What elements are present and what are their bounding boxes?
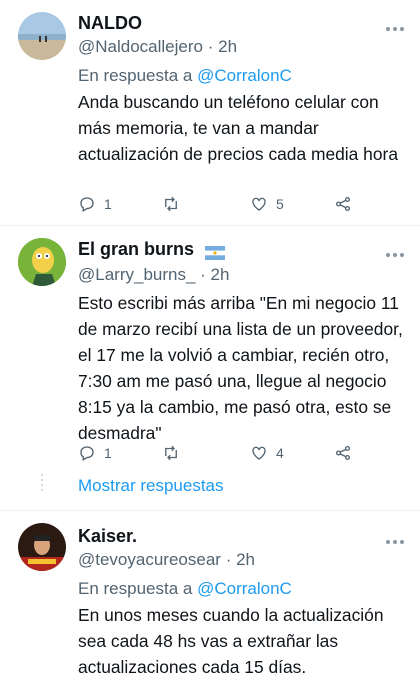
like-icon xyxy=(252,446,266,460)
display-name-text[interactable]: El gran burns xyxy=(78,239,194,259)
handle-line: @tevoyacureosear · 2h xyxy=(78,549,255,571)
display-name[interactable]: Kaiser. xyxy=(78,525,137,547)
reply-prefix: En respuesta a xyxy=(78,66,198,85)
like-count: 4 xyxy=(276,445,284,461)
share-icon xyxy=(335,196,351,212)
like-button[interactable]: 5 xyxy=(250,193,284,215)
like-icon xyxy=(252,197,266,211)
share-button[interactable] xyxy=(334,193,352,215)
handle[interactable]: @tevoyacureosear xyxy=(78,550,221,569)
retweet-button[interactable] xyxy=(162,442,180,464)
display-name[interactable]: NALDO xyxy=(78,12,142,34)
like-button[interactable]: 4 xyxy=(250,442,284,464)
handle[interactable]: @Larry_burns_ xyxy=(78,265,195,284)
avatar[interactable] xyxy=(18,238,66,286)
reply-count: 1 xyxy=(104,445,112,461)
action-bar: 1 5 xyxy=(78,193,378,215)
tweet-naldo[interactable]: NALDO @Naldocallejero · 2h En respuesta … xyxy=(0,0,420,225)
retweet-icon xyxy=(165,196,177,212)
reply-mention[interactable]: @CorralonC xyxy=(197,66,292,85)
timestamp[interactable]: · 2h xyxy=(200,265,229,284)
retweet-icon xyxy=(165,445,177,461)
timestamp[interactable]: · 2h xyxy=(226,550,255,569)
reply-context: En respuesta a @CorralonC xyxy=(78,577,292,601)
tweet-text: Anda buscando un teléfono celular con má… xyxy=(78,92,398,164)
reply-button[interactable]: 1 xyxy=(78,442,112,464)
more-icon[interactable] xyxy=(386,244,410,264)
handle[interactable]: @Naldocallejero xyxy=(78,37,203,56)
thread-line xyxy=(41,474,43,494)
avatar-beach-image xyxy=(18,12,66,60)
share-button[interactable] xyxy=(334,442,352,464)
reply-button[interactable]: 1 xyxy=(78,193,112,215)
reply-context: En respuesta a @CorralonC xyxy=(78,64,292,88)
reply-mention[interactable]: @CorralonC xyxy=(197,579,292,598)
reply-count: 1 xyxy=(104,196,112,212)
tweet-text: Esto escribi más arriba "En mi negocio 1… xyxy=(78,293,403,443)
handle-line: @Larry_burns_ · 2h xyxy=(78,264,229,286)
timestamp[interactable]: · 2h xyxy=(208,37,237,56)
like-count: 5 xyxy=(276,196,284,212)
tweet-gran-burns[interactable]: El gran burns @Larry_burns_ · 2h Esto es… xyxy=(0,226,420,510)
avatar-kaiser-image xyxy=(18,523,66,571)
more-icon[interactable] xyxy=(386,18,410,38)
show-replies-link[interactable]: Mostrar respuestas xyxy=(78,476,224,496)
avatar-burns-image xyxy=(18,238,66,286)
flag-icon xyxy=(205,243,226,261)
reply-icon xyxy=(80,197,94,212)
tweet-text: En unos meses cuando la actualización se… xyxy=(78,605,384,677)
more-icon[interactable] xyxy=(386,531,410,551)
action-bar: 1 4 xyxy=(78,442,378,464)
display-name: El gran burns xyxy=(78,238,226,261)
retweet-button[interactable] xyxy=(162,193,180,215)
tweet-kaiser[interactable]: Kaiser. @tevoyacureosear · 2h En respues… xyxy=(0,511,420,680)
handle-line: @Naldocallejero · 2h xyxy=(78,36,237,58)
reply-prefix: En respuesta a xyxy=(78,579,198,598)
reply-icon xyxy=(80,446,94,461)
avatar[interactable] xyxy=(18,523,66,571)
share-icon xyxy=(335,445,351,461)
avatar[interactable] xyxy=(18,12,66,60)
